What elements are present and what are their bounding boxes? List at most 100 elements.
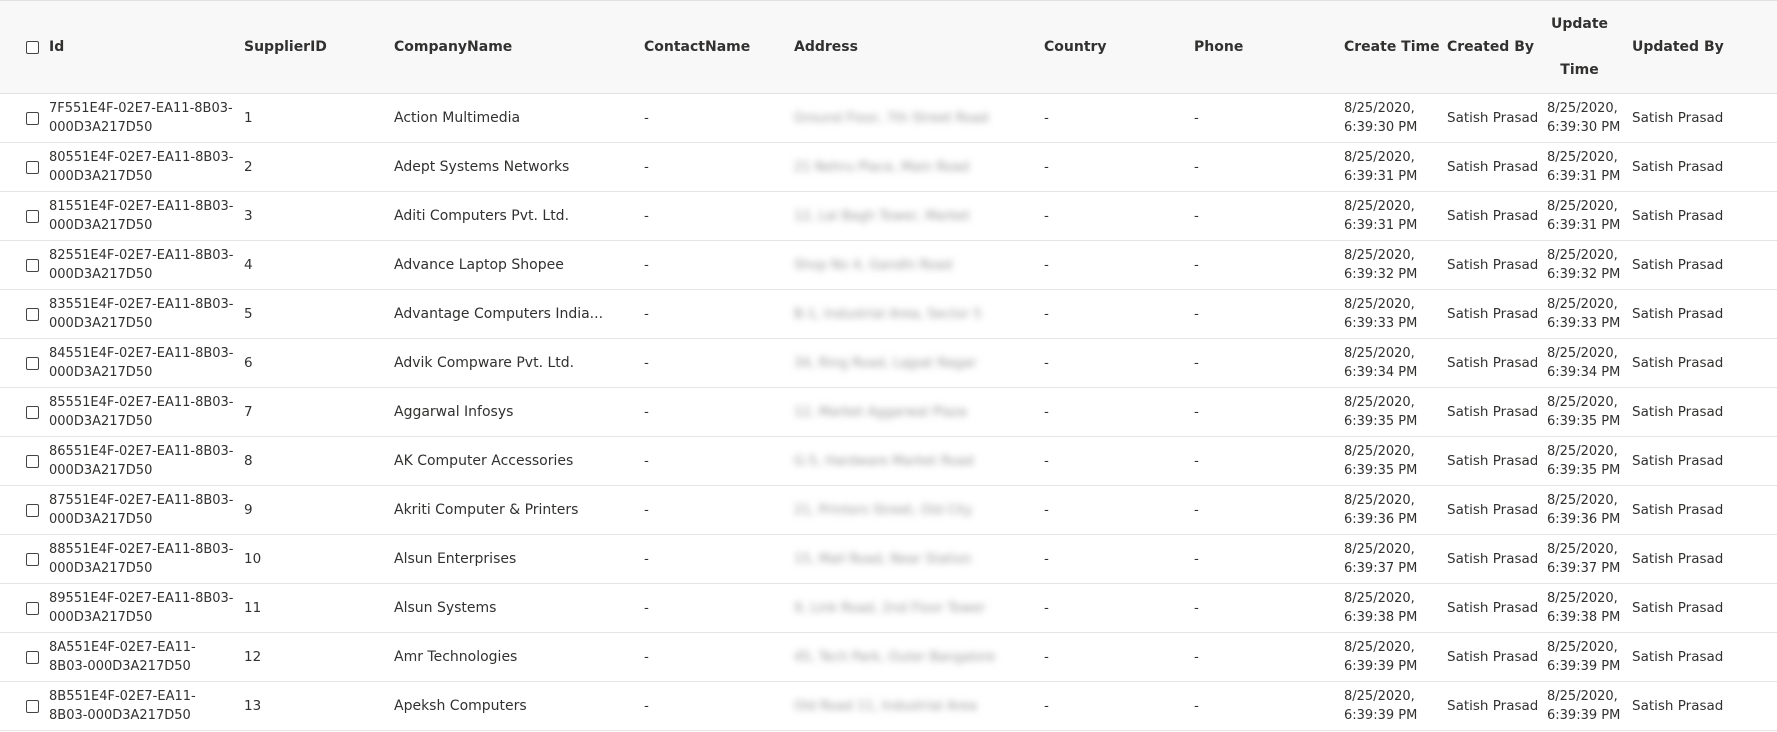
row-checkbox[interactable] bbox=[26, 552, 39, 566]
column-header-created-by[interactable]: Created By bbox=[1437, 1, 1537, 94]
blurred-address-text: 12, Market Aggarwal Plaza bbox=[794, 405, 967, 420]
blurred-address-text: G-5, Hardware Market Road bbox=[794, 454, 974, 469]
cell-phone: - bbox=[1194, 453, 1199, 469]
cell-updated-by: Satish Prasad bbox=[1632, 306, 1724, 322]
cell-country: - bbox=[1044, 698, 1049, 714]
column-header-update-time-line2: Time bbox=[1560, 62, 1599, 78]
column-header-contact-name[interactable]: ContactName bbox=[634, 1, 784, 94]
cell-address: 12, Market Aggarwal Plaza bbox=[784, 388, 1034, 437]
cell-address: 21 Nehru Place, Main Road bbox=[784, 143, 1034, 192]
supplier-table: Id SupplierID CompanyName ContactName Ad… bbox=[0, 1, 1777, 731]
cell-updated-by: Satish Prasad bbox=[1632, 159, 1724, 175]
cell-phone: - bbox=[1194, 355, 1199, 371]
cell-country: - bbox=[1044, 649, 1049, 665]
cell-supplier-id: 7 bbox=[244, 404, 253, 420]
cell-address: Ground Floor, 7th Street Road bbox=[784, 94, 1034, 143]
cell-address: 21, Printers Street, Old City bbox=[784, 486, 1034, 535]
column-header-phone[interactable]: Phone bbox=[1184, 1, 1334, 94]
cell-id: 8A551E4F-02E7-EA11-8B03-000D3A217D50 bbox=[49, 640, 196, 674]
row-checkbox[interactable] bbox=[26, 454, 39, 468]
row-checkbox[interactable] bbox=[26, 258, 39, 272]
column-header-supplier-id[interactable]: SupplierID bbox=[234, 1, 384, 94]
column-header-update-time-line1: Update bbox=[1550, 16, 1609, 32]
row-checkbox[interactable] bbox=[26, 601, 39, 615]
cell-address: 9, Link Road, 2nd Floor Tower bbox=[784, 584, 1034, 633]
cell-contact-name: - bbox=[644, 551, 649, 567]
cell-contact-name: - bbox=[644, 453, 649, 469]
table-row[interactable]: 84551E4F-02E7-EA11-8B03-000D3A217D50 6 Adv… bbox=[0, 339, 1777, 388]
row-checkbox[interactable] bbox=[26, 699, 39, 713]
cell-create-time: 8/25/2020, 6:39:34 PM bbox=[1344, 346, 1418, 380]
row-select-cell bbox=[0, 584, 49, 633]
cell-company-name: Akriti Computer & Printers bbox=[394, 502, 579, 518]
cell-create-time: 8/25/2020, 6:39:37 PM bbox=[1344, 542, 1418, 576]
column-header-country[interactable]: Country bbox=[1034, 1, 1184, 94]
cell-company-name: Advik Compware Pvt. Ltd. bbox=[394, 355, 575, 371]
cell-created-by: Satish Prasad bbox=[1447, 110, 1537, 126]
cell-company-name: Alsun Systems bbox=[394, 600, 497, 616]
table-row[interactable]: 85551E4F-02E7-EA11-8B03-000D3A217D50 7 Agg… bbox=[0, 388, 1777, 437]
row-select-cell bbox=[0, 192, 49, 241]
column-header-address[interactable]: Address bbox=[784, 1, 1034, 94]
cell-updated-by: Satish Prasad bbox=[1632, 208, 1724, 224]
select-all-cell bbox=[0, 1, 49, 94]
cell-create-time: 8/25/2020, 6:39:31 PM bbox=[1344, 199, 1418, 233]
column-header-id[interactable]: Id bbox=[49, 1, 234, 94]
row-checkbox[interactable] bbox=[26, 209, 39, 223]
column-header-update-time[interactable]: Update Time bbox=[1537, 1, 1622, 94]
row-checkbox[interactable] bbox=[26, 356, 39, 370]
column-header-company-name[interactable]: CompanyName bbox=[384, 1, 634, 94]
table-row[interactable]: 86551E4F-02E7-EA11-8B03-000D3A217D50 8 AK … bbox=[0, 437, 1777, 486]
cell-supplier-id: 5 bbox=[244, 306, 253, 322]
table-row[interactable]: 87551E4F-02E7-EA11-8B03-000D3A217D50 9 Akr… bbox=[0, 486, 1777, 535]
table-header: Id SupplierID CompanyName ContactName Ad… bbox=[0, 1, 1777, 94]
cell-update-time: 8/25/2020, 6:39:35 PM bbox=[1547, 395, 1621, 429]
cell-create-time: 8/25/2020, 6:39:33 PM bbox=[1344, 297, 1418, 331]
cell-update-time: 8/25/2020, 6:39:31 PM bbox=[1547, 150, 1621, 184]
cell-create-time: 8/25/2020, 6:39:35 PM bbox=[1344, 444, 1418, 478]
cell-supplier-id: 12 bbox=[244, 649, 262, 665]
row-checkbox[interactable] bbox=[26, 111, 39, 125]
cell-address: 12, Lal Bagh Tower, Market bbox=[784, 192, 1034, 241]
cell-updated-by: Satish Prasad bbox=[1632, 698, 1724, 714]
cell-created-by: Satish Prasad bbox=[1447, 159, 1537, 175]
table-row[interactable]: 8B551E4F-02E7-EA11-8B03-000D3A217D50 13 Ap… bbox=[0, 682, 1777, 731]
row-select-cell bbox=[0, 486, 49, 535]
row-select-cell bbox=[0, 290, 49, 339]
table-row[interactable]: 8A551E4F-02E7-EA11-8B03-000D3A217D50 12 Am… bbox=[0, 633, 1777, 682]
cell-created-by: Satish Prasad bbox=[1447, 257, 1537, 273]
cell-phone: - bbox=[1194, 257, 1199, 273]
column-header-create-time[interactable]: Create Time bbox=[1334, 1, 1440, 94]
table-row[interactable]: 7F551E4F-02E7-EA11-8B03-000D3A217D50 1 Act… bbox=[0, 94, 1777, 143]
cell-create-time: 8/25/2020, 6:39:38 PM bbox=[1344, 591, 1418, 625]
cell-created-by: Satish Prasad bbox=[1447, 551, 1537, 567]
row-checkbox[interactable] bbox=[26, 650, 39, 664]
cell-country: - bbox=[1044, 208, 1049, 224]
cell-updated-by: Satish Prasad bbox=[1632, 551, 1724, 567]
cell-contact-name: - bbox=[644, 110, 649, 126]
table-row[interactable]: 83551E4F-02E7-EA11-8B03-000D3A217D50 5 Adv… bbox=[0, 290, 1777, 339]
cell-id: 83551E4F-02E7-EA11-8B03-000D3A217D50 bbox=[49, 297, 234, 331]
table-row[interactable]: 88551E4F-02E7-EA11-8B03-000D3A217D50 10 Al… bbox=[0, 535, 1777, 584]
table-row[interactable]: 89551E4F-02E7-EA11-8B03-000D3A217D50 11 Al… bbox=[0, 584, 1777, 633]
blurred-address-text: 21, Printers Street, Old City bbox=[794, 503, 973, 518]
column-header-updated-by[interactable]: Updated By bbox=[1622, 1, 1777, 94]
row-select-cell bbox=[0, 143, 49, 192]
cell-created-by: Satish Prasad bbox=[1447, 698, 1537, 714]
row-checkbox[interactable] bbox=[26, 405, 39, 419]
cell-id: 85551E4F-02E7-EA11-8B03-000D3A217D50 bbox=[49, 395, 234, 429]
table-row[interactable]: 81551E4F-02E7-EA11-8B03-000D3A217D50 3 Adi… bbox=[0, 192, 1777, 241]
select-all-checkbox[interactable] bbox=[26, 40, 39, 54]
cell-company-name: Advance Laptop Shopee bbox=[394, 257, 564, 273]
cell-company-name: AK Computer Accessories bbox=[394, 453, 574, 469]
cell-address: 34, Ring Road, Lajpat Nagar bbox=[784, 339, 1034, 388]
row-checkbox[interactable] bbox=[26, 503, 39, 517]
blurred-address-text: B-1, Industrial Area, Sector 5 bbox=[794, 307, 982, 322]
table-row[interactable]: 82551E4F-02E7-EA11-8B03-000D3A217D50 4 Adv… bbox=[0, 241, 1777, 290]
cell-update-time: 8/25/2020, 6:39:35 PM bbox=[1547, 444, 1621, 478]
cell-phone: - bbox=[1194, 698, 1199, 714]
row-checkbox[interactable] bbox=[26, 160, 39, 174]
table-row[interactable]: 80551E4F-02E7-EA11-8B03-000D3A217D50 2 Ade… bbox=[0, 143, 1777, 192]
row-checkbox[interactable] bbox=[26, 307, 39, 321]
table-body: 7F551E4F-02E7-EA11-8B03-000D3A217D50 1 Act… bbox=[0, 94, 1777, 731]
